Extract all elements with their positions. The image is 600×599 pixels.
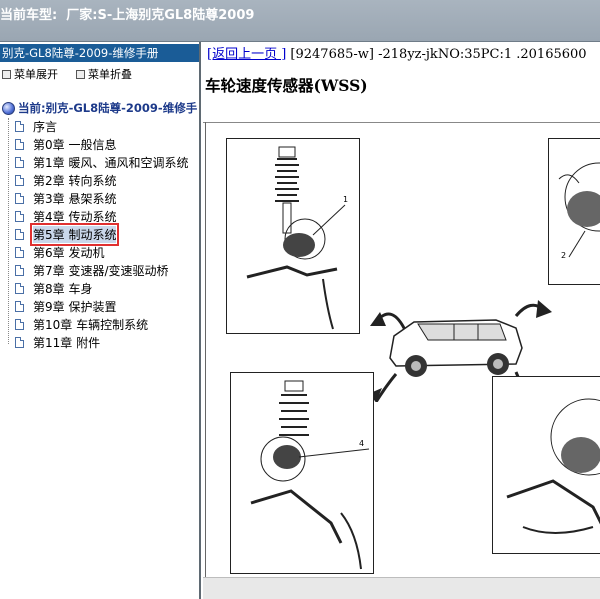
document-icon	[15, 283, 24, 294]
document-icon	[15, 229, 24, 240]
tree-item-preface[interactable]: 序言	[15, 118, 57, 135]
tree-item-chapter-0[interactable]: 第0章 一般信息	[15, 136, 116, 153]
document-icon	[15, 337, 24, 348]
tree-item-label: 第3章 悬架系统	[33, 192, 117, 206]
document-icon	[15, 139, 24, 150]
tree-item-chapter-2[interactable]: 第2章 转向系统	[15, 172, 116, 189]
document-icon	[15, 301, 24, 312]
window-title-bar: 当前车型: 厂家:S-上海别克GL8陆尊2009	[0, 0, 600, 42]
front-left-wheel-illustration: 1	[226, 138, 360, 334]
rear-right-wheel-illustration	[492, 376, 600, 554]
front-strut-drawing	[246, 146, 346, 330]
expand-menu-label: 菜单展开	[14, 68, 58, 81]
page-title: 车轮速度传感器(WSS)	[205, 76, 368, 95]
tree-item-label: 第0章 一般信息	[33, 138, 117, 152]
document-reference: [9247685-w] -218yz-jkNO:35PC:1 .20165600	[290, 47, 587, 62]
breadcrumb: [返回上一页 ] [9247685-w] -218yz-jkNO:35PC:1 …	[207, 43, 587, 62]
tree-item-label: 第7章 变速器/变速驱动桥	[33, 264, 169, 278]
content-pane: [返回上一页 ] [9247685-w] -218yz-jkNO:35PC:1 …	[203, 42, 600, 599]
tree-item-chapter-7[interactable]: 第7章 变速器/变速驱动桥	[15, 262, 169, 279]
tree-item-label: 第2章 转向系统	[33, 174, 117, 188]
tree-item-label: 第10章 车辆控制系统	[33, 318, 149, 332]
document-icon	[15, 121, 24, 132]
rear-left-wheel-illustration: 4	[230, 372, 374, 574]
right-hub-drawing	[558, 162, 600, 258]
expand-icon	[2, 69, 11, 79]
tree-item-label: 第6章 发动机	[33, 246, 105, 260]
tree-item-label: 第1章 暖风、通风和空调系统	[33, 156, 189, 170]
tree-item-label: 第9章 保护装置	[33, 300, 117, 314]
tree-root[interactable]: 当前:别克-GL8陆尊-2009-维修手	[2, 100, 197, 116]
tree-item-label: 第8章 车身	[33, 282, 93, 296]
tree-item-chapter-8[interactable]: 第8章 车身	[15, 280, 92, 297]
globe-icon	[2, 101, 15, 115]
manual-header: 别克-GL8陆尊-2009-维修手册	[0, 44, 199, 62]
document-icon	[15, 175, 24, 186]
tree-item-label: 第5章 制动系统	[29, 223, 120, 246]
tree-item-chapter-3[interactable]: 第3章 悬架系统	[15, 190, 116, 207]
collapse-icon	[76, 69, 85, 79]
tree-item-chapter-11[interactable]: 第11章 附件	[15, 334, 100, 351]
tree-item-chapter-4[interactable]: 第4章 传动系统	[15, 208, 116, 225]
document-icon	[15, 247, 24, 258]
tree-item-label: 第11章 附件	[33, 336, 101, 350]
title-value: 厂家:S-上海别克GL8陆尊2009	[66, 8, 255, 23]
collapse-menu-button[interactable]: 菜单折叠	[76, 66, 132, 82]
tree-connector	[8, 118, 9, 344]
tree-item-chapter-9[interactable]: 第9章 保护装置	[15, 298, 116, 315]
expand-menu-button[interactable]: 菜单展开	[2, 66, 58, 82]
figure-frame: 1 2 4	[205, 122, 600, 578]
tree-item-chapter-5[interactable]: 第5章 制动系统	[15, 223, 120, 246]
rear-strut-drawing	[250, 380, 370, 570]
document-icon	[15, 193, 24, 204]
document-icon	[15, 265, 24, 276]
document-icon	[15, 319, 24, 330]
tree-item-chapter-6[interactable]: 第6章 发动机	[15, 244, 104, 261]
tree-item-label: 序言	[33, 120, 58, 134]
document-icon	[15, 157, 24, 168]
callout-label: 1	[343, 195, 349, 204]
tree-item-chapter-1[interactable]: 第1章 暖风、通风和空调系统	[15, 154, 188, 171]
title-label: 当前车型:	[0, 8, 58, 23]
callout-label: 2	[561, 251, 567, 260]
tree-item-chapter-10[interactable]: 第10章 车辆控制系统	[15, 316, 148, 333]
tree-item-label: 第4章 传动系统	[33, 210, 117, 224]
rear-hub-drawing	[506, 398, 600, 534]
document-icon	[15, 211, 24, 222]
callout-label: 4	[359, 439, 365, 448]
navigation-pane: 别克-GL8陆尊-2009-维修手册 菜单展开 菜单折叠 当前:别克-GL8陆尊…	[0, 42, 201, 599]
collapse-menu-label: 菜单折叠	[88, 68, 132, 81]
back-link[interactable]: [返回上一页 ]	[207, 47, 286, 62]
tree-root-label: 当前:别克-GL8陆尊-2009-维修手	[18, 101, 198, 115]
horizontal-scrollbar[interactable]	[203, 577, 600, 599]
